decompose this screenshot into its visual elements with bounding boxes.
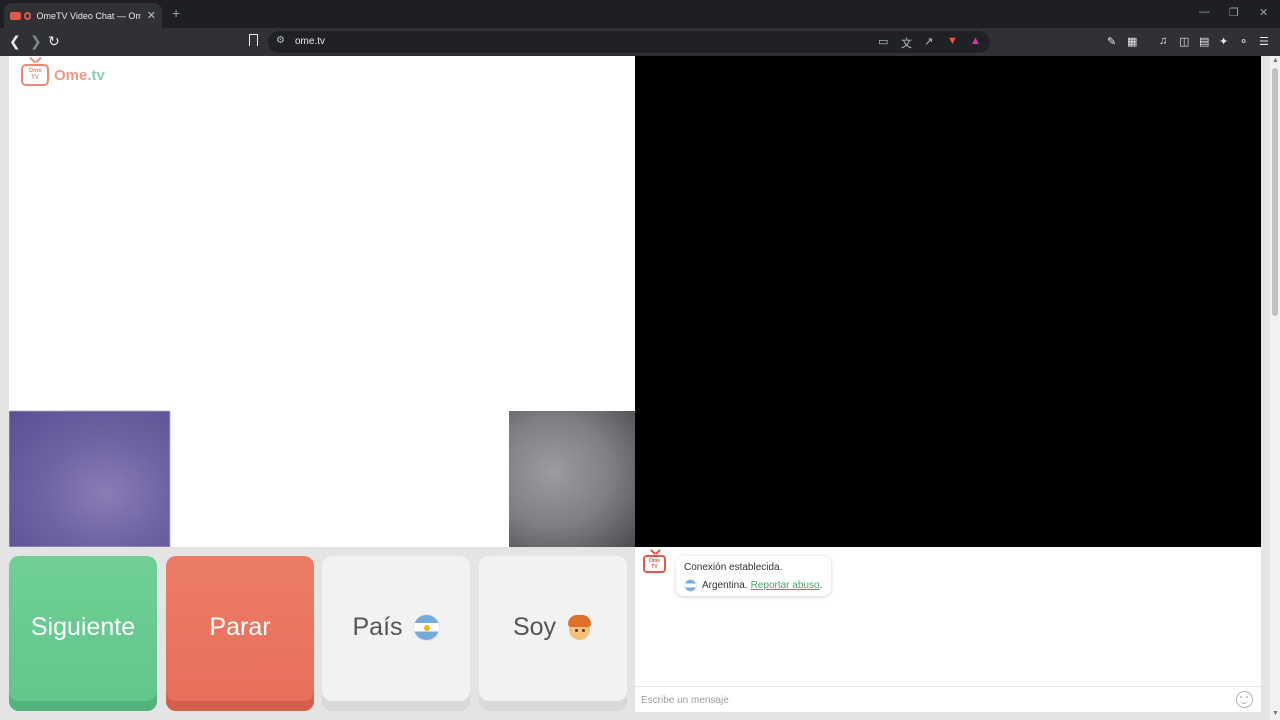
scroll-down-icon[interactable]: ▼ [1272,710,1279,717]
report-abuse-link[interactable]: Reportar abuso [751,580,820,591]
scroll-up-icon[interactable]: ▲ [1272,57,1279,64]
next-button[interactable]: Siguiente [9,556,157,711]
minimize-button[interactable]: — [1199,6,1210,18]
translate-icon[interactable]: 文 [901,35,912,51]
partner-country-line: Argentina. Reportar abuso. [684,579,823,592]
argentina-flag-icon [412,614,440,641]
stop-button[interactable]: Parar [166,556,314,711]
system-message: Conexión establecida. Argentina. Reporta… [676,556,831,596]
partner-country: Argentina. [702,580,748,591]
new-tab-button[interactable]: + [172,5,180,21]
media-icon[interactable]: ♫ [1159,35,1167,47]
tv-logo-icon: Ome TV [21,64,49,86]
extensions-icon[interactable]: ✎ [1107,35,1116,48]
menu-icon[interactable]: ☰ [1259,35,1269,48]
emoji-icon[interactable] [1236,691,1253,708]
vpn-icon[interactable]: ⚬ [1239,35,1248,48]
forward-arrow-icon[interactable]: ❯ [30,33,42,50]
message-input[interactable] [641,691,1221,709]
page-viewport: Ome TV Ome.tv Siguiente Parar País Soy O… [0,56,1280,720]
restore-button[interactable]: ❐ [1229,6,1239,19]
message-input-bar [635,686,1261,712]
ometv-logo[interactable]: Ome TV Ome.tv [21,64,105,86]
scrollbar-thumb[interactable] [1272,68,1278,316]
ometv-favicon-icon [10,11,21,20]
chat-panel: Ome TV Conexión establecida. Argentina. … [635,547,1261,712]
leo-ai-icon[interactable]: ✦ [1219,35,1228,48]
site-info-icon[interactable]: ⚙ [276,35,285,46]
reading-list-icon[interactable]: ▤ [1199,35,1209,48]
back-arrow-icon[interactable]: ❮ [9,33,21,50]
tab-close-icon[interactable]: ✕ [147,9,156,22]
page-scrollbar[interactable]: ▲ ▼ [1270,56,1280,720]
boy-avatar-icon [566,614,593,641]
browser-tab-ometv[interactable]: OmeTV Video Chat — Omeg ✕ [4,3,162,28]
brave-rewards-icon[interactable]: ▲ [970,35,981,47]
remote-video-area [635,56,1261,547]
country-button-label: País [352,613,403,641]
connection-status-text: Conexión establecida. [684,562,783,573]
gender-button-label: Soy [512,613,557,641]
logo-text: Ome.tv [54,66,105,84]
stop-button-label: Parar [209,613,271,641]
browser-toolbar: ❮ ❯ ↻ ⚙ ome.tv ▭ 文 ↗ ▼ ▲ ✎ ▦ ♫ ◫ ▤ ✦ ⚬ ☰ [0,28,1280,56]
local-video-area: Ome TV Ome.tv [9,56,635,547]
share-icon[interactable]: ↗ [924,35,933,48]
bookmark-icon[interactable] [249,34,258,46]
address-bar[interactable]: ⚙ ome.tv ▭ 文 ↗ ▼ ▲ [268,31,990,53]
tab-strip: OmeTV Video Chat — Omeg ✕ + — ❐ ✕ [0,0,1280,28]
brave-shields-icon[interactable]: ▼ [947,35,958,47]
cast-icon[interactable]: ▭ [878,35,888,48]
url-text: ome.tv [295,36,326,47]
blurred-video-thumbnail [509,411,635,547]
gender-button[interactable]: Soy [479,556,627,711]
window-close-button[interactable]: ✕ [1259,6,1268,19]
sidebar-icon[interactable]: ◫ [1179,35,1189,48]
blurred-video-thumbnail [9,411,170,547]
wallet-icon[interactable]: ▦ [1127,35,1137,48]
next-button-label: Siguiente [30,613,136,641]
reload-icon[interactable]: ↻ [48,33,60,50]
ometv-chat-logo-icon: Ome TV [643,555,666,573]
tab-title: OmeTV Video Chat — Omeg [36,10,141,21]
argentina-flag-icon [684,579,697,592]
recording-indicator-icon [23,11,32,20]
country-button[interactable]: País [322,556,470,711]
